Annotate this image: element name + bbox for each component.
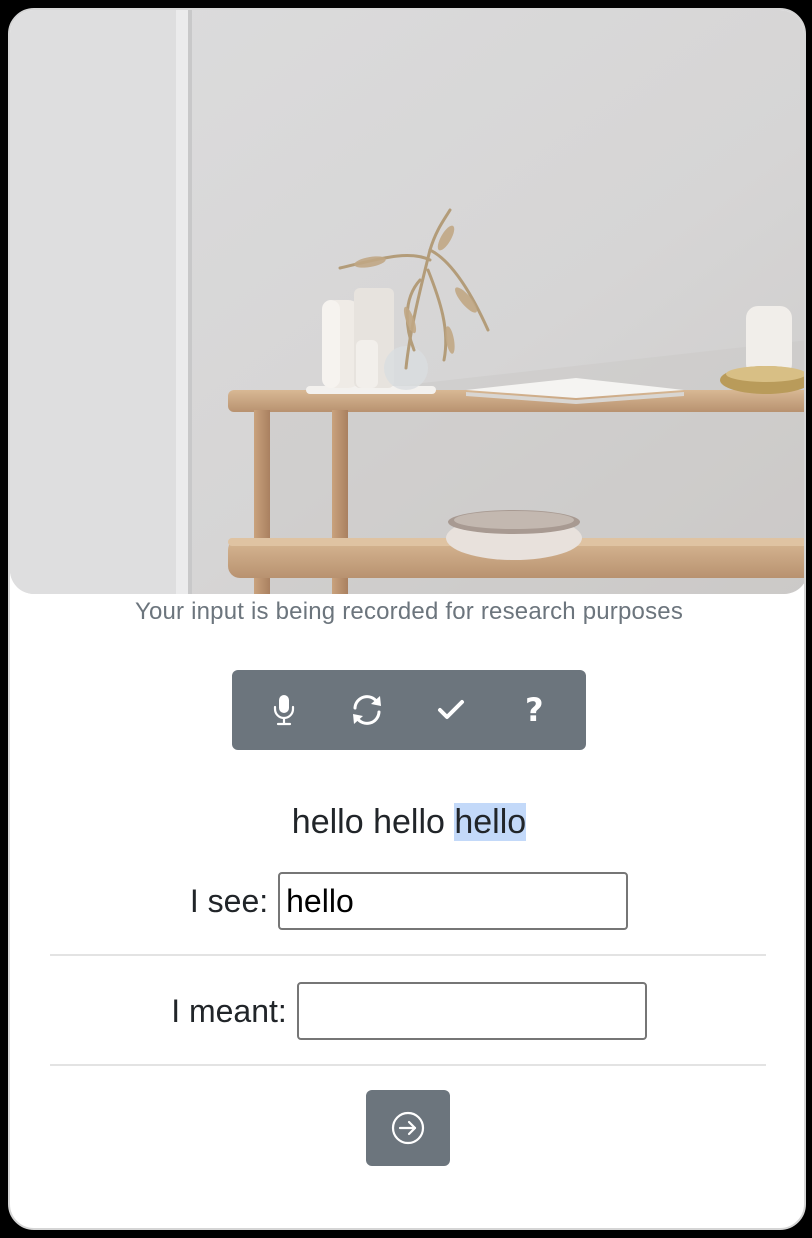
help-button[interactable]: ? — [499, 680, 569, 740]
record-button[interactable] — [249, 680, 319, 740]
retry-button[interactable] — [332, 680, 402, 740]
i-meant-row: I meant: — [10, 982, 804, 1040]
recorder-toolbar: ? — [232, 670, 586, 750]
i-see-input[interactable] — [278, 872, 629, 930]
divider — [50, 1064, 766, 1066]
divider — [50, 954, 766, 956]
submit-button[interactable] — [366, 1090, 450, 1166]
transcript-text: hello hello — [291, 803, 455, 841]
transcript-highlighted-word[interactable]: hello — [454, 803, 527, 841]
check-icon — [437, 700, 464, 719]
i-see-label: I see: — [189, 882, 269, 919]
card: Your input is being recorded for researc… — [8, 8, 806, 1230]
transcript: hello hello hello — [10, 798, 804, 846]
hero-image — [10, 10, 804, 594]
arrow-right-circle-icon — [391, 1111, 425, 1145]
i-see-row: I see: — [10, 872, 804, 930]
i-meant-input[interactable] — [296, 982, 647, 1040]
i-meant-label: I meant: — [171, 992, 287, 1029]
refresh-icon — [353, 695, 382, 725]
recording-notice: Your input is being recorded for researc… — [134, 598, 684, 625]
microphone-icon — [273, 695, 294, 726]
question-icon: ? — [524, 691, 544, 729]
confirm-button[interactable] — [416, 680, 486, 740]
